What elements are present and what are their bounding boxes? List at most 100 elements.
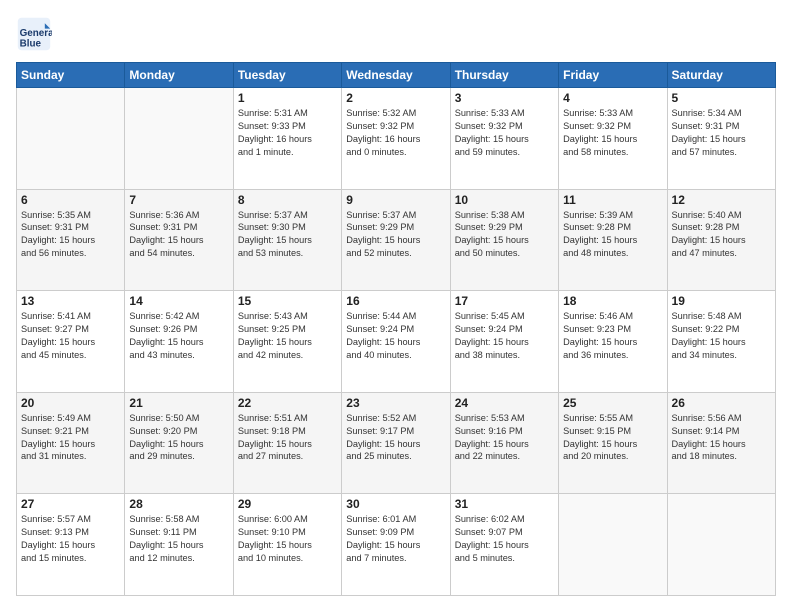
calendar-cell: 19 Sunrise: 5:48 AM Sunset: 9:22 PM Dayli… [667, 291, 775, 393]
day-number: 31 [455, 497, 554, 511]
calendar-cell: 20 Sunrise: 5:49 AM Sunset: 9:21 PM Dayli… [17, 392, 125, 494]
day-info: Sunrise: 5:58 AM Sunset: 9:11 PM Dayligh… [129, 513, 228, 565]
day-number: 26 [672, 396, 771, 410]
day-info: Sunrise: 5:32 AM Sunset: 9:32 PM Dayligh… [346, 107, 445, 159]
day-info: Sunrise: 5:52 AM Sunset: 9:17 PM Dayligh… [346, 412, 445, 464]
day-number: 1 [238, 91, 337, 105]
day-number: 8 [238, 193, 337, 207]
calendar-cell: 5Sunrise: 5:34 AM Sunset: 9:31 PM Daylig… [667, 88, 775, 190]
calendar-cell [559, 494, 667, 596]
calendar-cell: 8Sunrise: 5:37 AM Sunset: 9:30 PM Daylig… [233, 189, 341, 291]
calendar-cell: 10 Sunrise: 5:38 AM Sunset: 9:29 PM Dayli… [450, 189, 558, 291]
weekday-header-row: SundayMondayTuesdayWednesdayThursdayFrid… [17, 63, 776, 88]
day-info: Sunrise: 6:00 AM Sunset: 9:10 PM Dayligh… [238, 513, 337, 565]
calendar-cell: 29Sunrise: 6:00 AM Sunset: 9:10 PM Dayli… [233, 494, 341, 596]
day-info: Sunrise: 5:36 AM Sunset: 9:31 PM Dayligh… [129, 209, 228, 261]
day-info: Sunrise: 5:53 AM Sunset: 9:16 PM Dayligh… [455, 412, 554, 464]
logo: General Blue [16, 16, 56, 52]
calendar-cell: 22 Sunrise: 5:51 AM Sunset: 9:18 PM Dayli… [233, 392, 341, 494]
day-info: Sunrise: 5:38 AM Sunset: 9:29 PM Dayligh… [455, 209, 554, 261]
day-number: 16 [346, 294, 445, 308]
calendar-cell [17, 88, 125, 190]
day-info: Sunrise: 5:43 AM Sunset: 9:25 PM Dayligh… [238, 310, 337, 362]
weekday-header-tuesday: Tuesday [233, 63, 341, 88]
day-info: Sunrise: 5:50 AM Sunset: 9:20 PM Dayligh… [129, 412, 228, 464]
weekday-header-sunday: Sunday [17, 63, 125, 88]
weekday-header-saturday: Saturday [667, 63, 775, 88]
week-row-3: 13Sunrise: 5:41 AM Sunset: 9:27 PM Dayli… [17, 291, 776, 393]
day-number: 30 [346, 497, 445, 511]
day-info: Sunrise: 5:35 AM Sunset: 9:31 PM Dayligh… [21, 209, 120, 261]
day-info: Sunrise: 5:40 AM Sunset: 9:28 PM Dayligh… [672, 209, 771, 261]
page: General Blue SundayMondayTuesdayWednesda… [0, 0, 792, 612]
day-number: 17 [455, 294, 554, 308]
weekday-header-thursday: Thursday [450, 63, 558, 88]
day-number: 22 [238, 396, 337, 410]
weekday-header-wednesday: Wednesday [342, 63, 450, 88]
day-number: 20 [21, 396, 120, 410]
svg-text:Blue: Blue [20, 39, 42, 50]
header: General Blue [16, 16, 776, 52]
day-number: 25 [563, 396, 662, 410]
day-number: 13 [21, 294, 120, 308]
day-number: 7 [129, 193, 228, 207]
day-number: 3 [455, 91, 554, 105]
week-row-5: 27 Sunrise: 5:57 AM Sunset: 9:13 PM Dayli… [17, 494, 776, 596]
day-info: Sunrise: 5:57 AM Sunset: 9:13 PM Dayligh… [21, 513, 120, 565]
weekday-header-friday: Friday [559, 63, 667, 88]
day-number: 18 [563, 294, 662, 308]
day-number: 14 [129, 294, 228, 308]
calendar-cell: 31 Sunrise: 6:02 AM Sunset: 9:07 PM Dayli… [450, 494, 558, 596]
day-info: Sunrise: 5:49 AM Sunset: 9:21 PM Dayligh… [21, 412, 120, 464]
calendar-cell: 13Sunrise: 5:41 AM Sunset: 9:27 PM Dayli… [17, 291, 125, 393]
day-number: 28 [129, 497, 228, 511]
day-info: Sunrise: 5:56 AM Sunset: 9:14 PM Dayligh… [672, 412, 771, 464]
calendar-cell: 14 Sunrise: 5:42 AM Sunset: 9:26 PM Dayli… [125, 291, 233, 393]
day-info: Sunrise: 5:55 AM Sunset: 9:15 PM Dayligh… [563, 412, 662, 464]
logo-icon: General Blue [16, 16, 52, 52]
calendar-cell: 6Sunrise: 5:35 AM Sunset: 9:31 PM Daylig… [17, 189, 125, 291]
week-row-1: 1 Sunrise: 5:31 AM Sunset: 9:33 PM Daylig… [17, 88, 776, 190]
calendar-cell: 4 Sunrise: 5:33 AM Sunset: 9:32 PM Daylig… [559, 88, 667, 190]
day-number: 4 [563, 91, 662, 105]
calendar-cell: 25 Sunrise: 5:55 AM Sunset: 9:15 PM Dayli… [559, 392, 667, 494]
day-number: 21 [129, 396, 228, 410]
day-info: Sunrise: 6:02 AM Sunset: 9:07 PM Dayligh… [455, 513, 554, 565]
calendar-cell: 15 Sunrise: 5:43 AM Sunset: 9:25 PM Dayli… [233, 291, 341, 393]
day-info: Sunrise: 6:01 AM Sunset: 9:09 PM Dayligh… [346, 513, 445, 565]
day-number: 2 [346, 91, 445, 105]
day-number: 10 [455, 193, 554, 207]
day-number: 9 [346, 193, 445, 207]
day-info: Sunrise: 5:51 AM Sunset: 9:18 PM Dayligh… [238, 412, 337, 464]
day-number: 11 [563, 193, 662, 207]
calendar-cell: 2 Sunrise: 5:32 AM Sunset: 9:32 PM Daylig… [342, 88, 450, 190]
calendar-cell: 16Sunrise: 5:44 AM Sunset: 9:24 PM Dayli… [342, 291, 450, 393]
day-info: Sunrise: 5:46 AM Sunset: 9:23 PM Dayligh… [563, 310, 662, 362]
day-number: 12 [672, 193, 771, 207]
calendar-table: SundayMondayTuesdayWednesdayThursdayFrid… [16, 62, 776, 596]
day-number: 23 [346, 396, 445, 410]
day-info: Sunrise: 5:33 AM Sunset: 9:32 PM Dayligh… [563, 107, 662, 159]
calendar-cell [667, 494, 775, 596]
calendar-cell: 17Sunrise: 5:45 AM Sunset: 9:24 PM Dayli… [450, 291, 558, 393]
day-number: 27 [21, 497, 120, 511]
day-number: 19 [672, 294, 771, 308]
day-info: Sunrise: 5:37 AM Sunset: 9:29 PM Dayligh… [346, 209, 445, 261]
svg-text:General: General [20, 28, 52, 39]
calendar-cell: 7 Sunrise: 5:36 AM Sunset: 9:31 PM Daylig… [125, 189, 233, 291]
calendar-cell: 9 Sunrise: 5:37 AM Sunset: 9:29 PM Daylig… [342, 189, 450, 291]
day-info: Sunrise: 5:48 AM Sunset: 9:22 PM Dayligh… [672, 310, 771, 362]
calendar-cell: 27 Sunrise: 5:57 AM Sunset: 9:13 PM Dayli… [17, 494, 125, 596]
day-number: 5 [672, 91, 771, 105]
day-info: Sunrise: 5:31 AM Sunset: 9:33 PM Dayligh… [238, 107, 337, 159]
calendar-cell: 28 Sunrise: 5:58 AM Sunset: 9:11 PM Dayli… [125, 494, 233, 596]
day-number: 15 [238, 294, 337, 308]
day-info: Sunrise: 5:39 AM Sunset: 9:28 PM Dayligh… [563, 209, 662, 261]
week-row-4: 20 Sunrise: 5:49 AM Sunset: 9:21 PM Dayli… [17, 392, 776, 494]
calendar-cell: 21 Sunrise: 5:50 AM Sunset: 9:20 PM Dayli… [125, 392, 233, 494]
week-row-2: 6Sunrise: 5:35 AM Sunset: 9:31 PM Daylig… [17, 189, 776, 291]
calendar-cell: 24 Sunrise: 5:53 AM Sunset: 9:16 PM Dayli… [450, 392, 558, 494]
day-number: 24 [455, 396, 554, 410]
day-info: Sunrise: 5:42 AM Sunset: 9:26 PM Dayligh… [129, 310, 228, 362]
calendar-cell: 26 Sunrise: 5:56 AM Sunset: 9:14 PM Dayli… [667, 392, 775, 494]
